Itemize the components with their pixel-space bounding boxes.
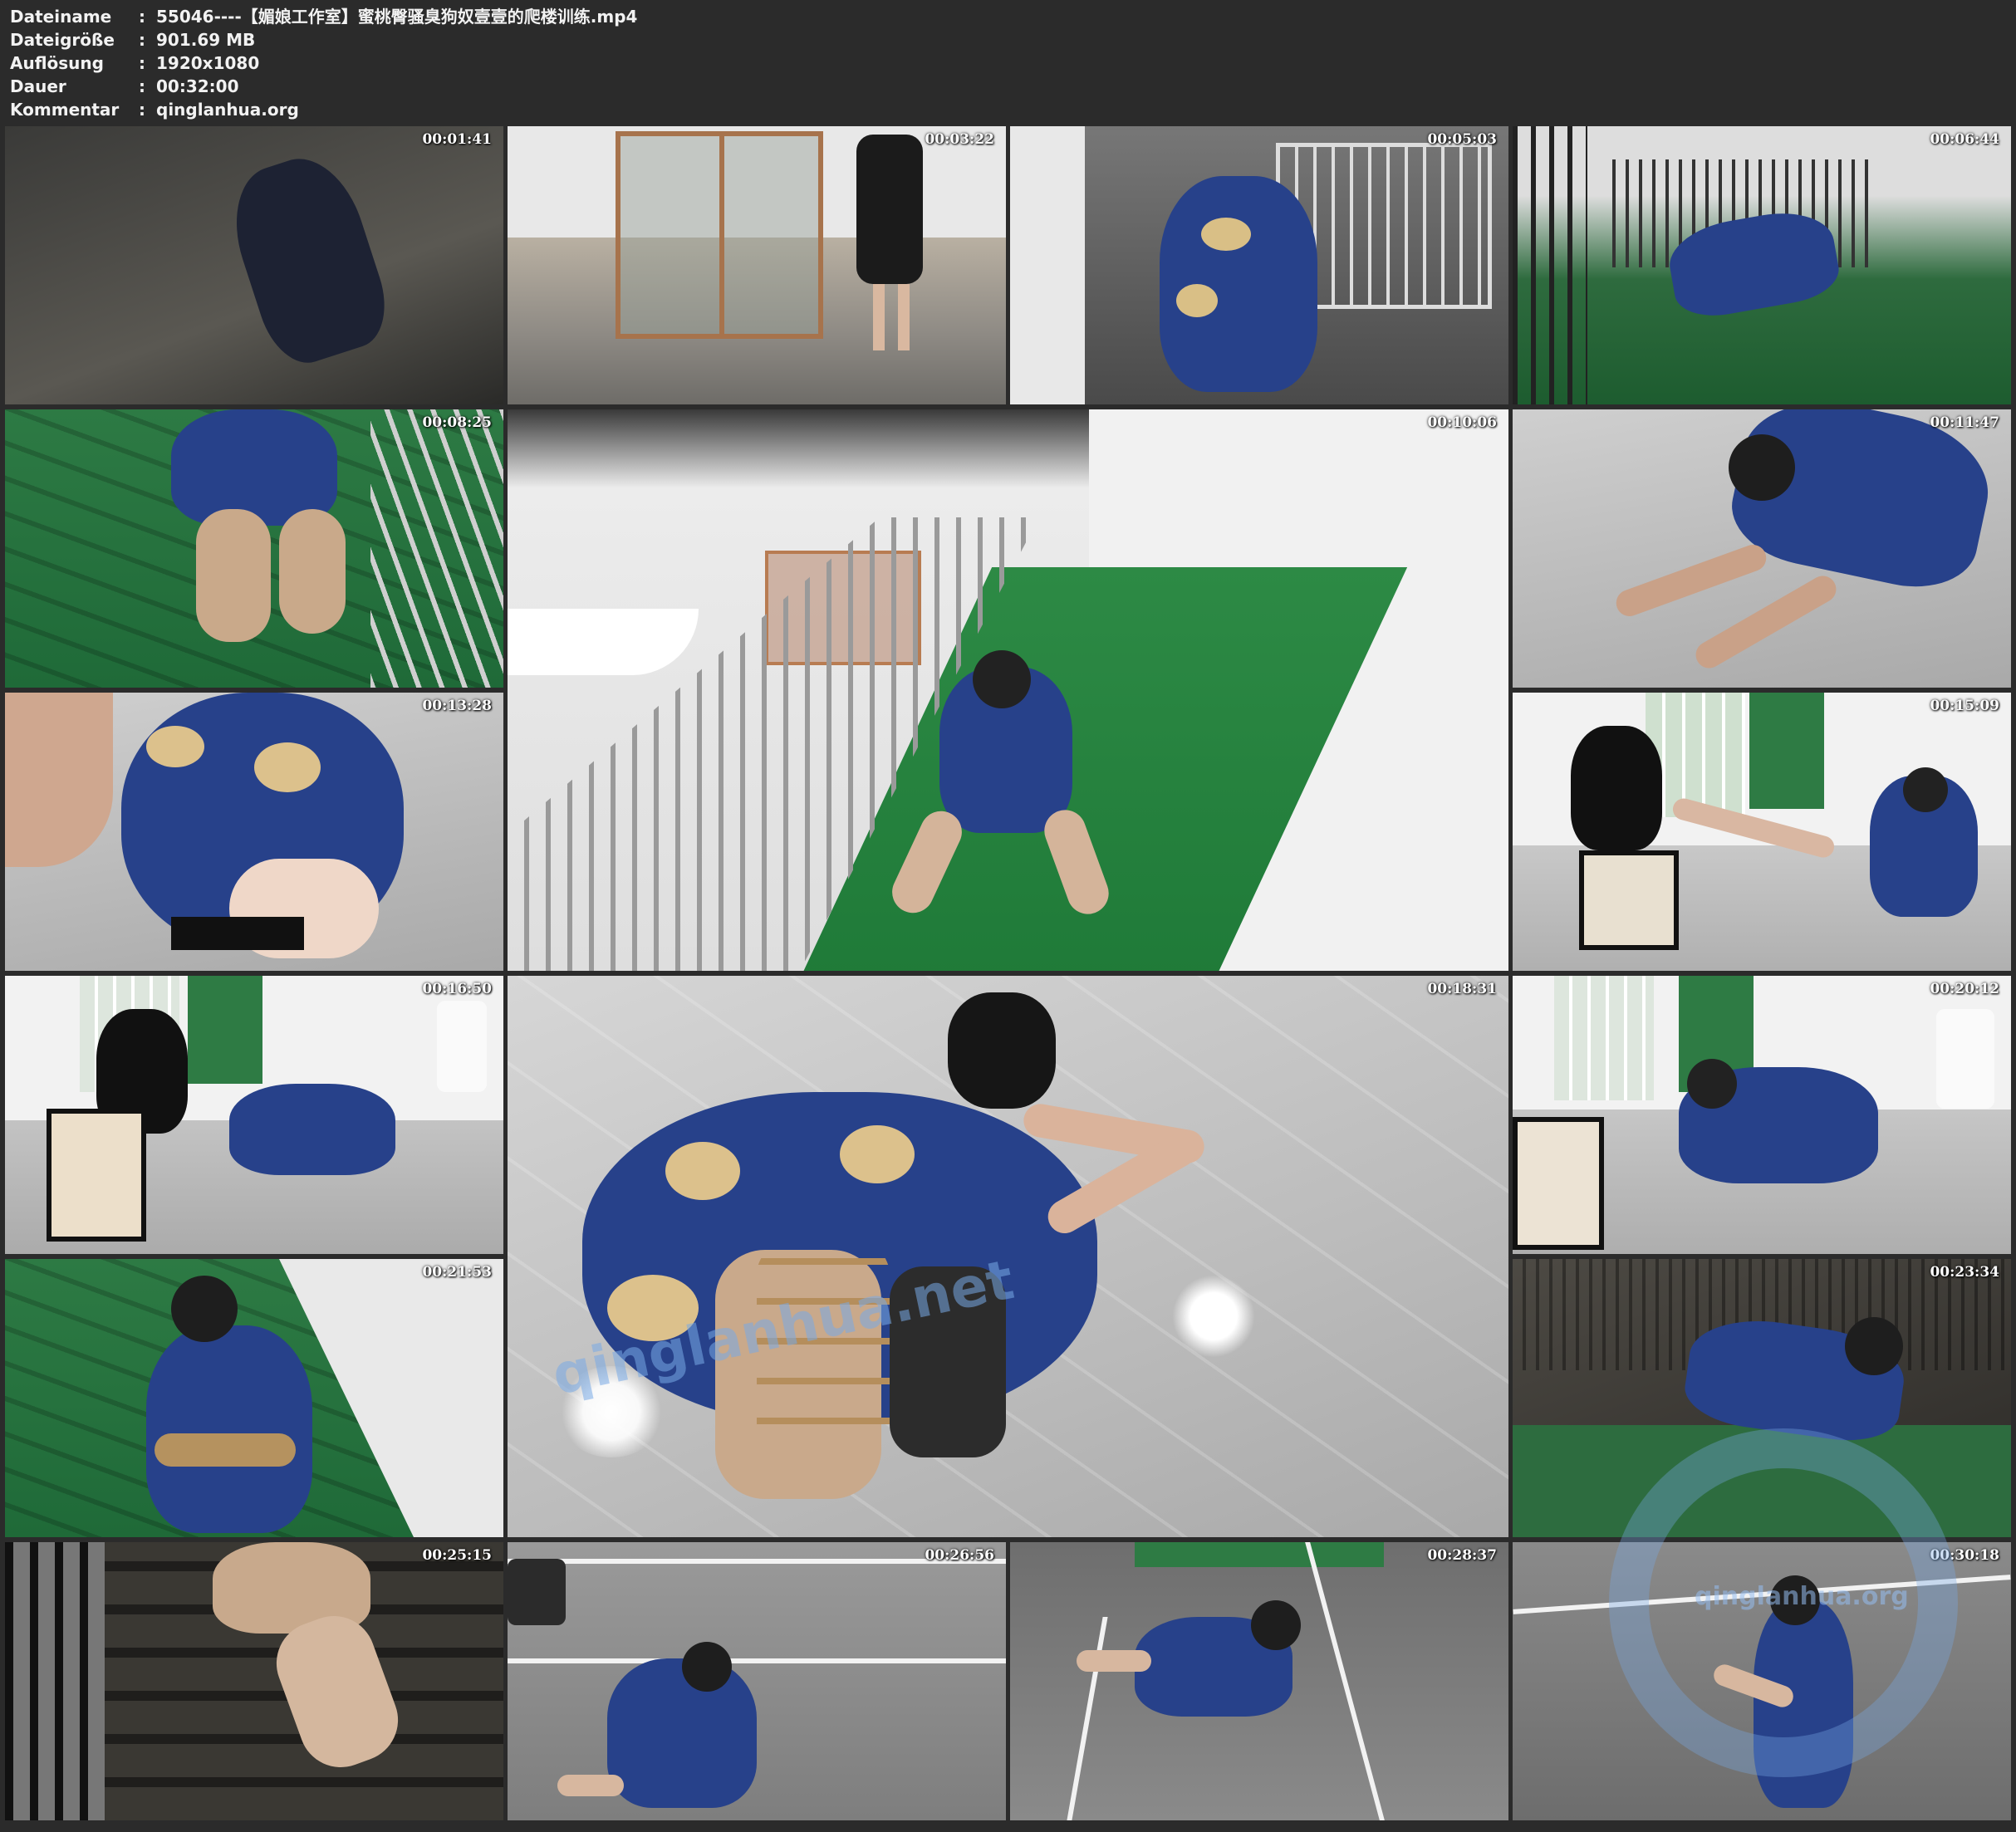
thumbnail[interactable]: 00:20:12 [1513, 976, 2011, 1254]
thumbnail[interactable]: 00:26:56 [508, 1542, 1006, 1820]
file-info-row-duration: Dauer : 00:32:00 [10, 75, 637, 98]
thumbnail-timestamp: 00:10:06 [1427, 414, 1497, 431]
thumbnail-timestamp: 00:06:44 [1930, 131, 1999, 148]
thumbnail-timestamp: 00:28:37 [1427, 1547, 1497, 1564]
thumbnail-timestamp: 00:23:34 [1930, 1264, 1999, 1281]
thumbnail[interactable]: 00:13:28 [5, 693, 503, 971]
thumbnail-timestamp: 00:01:41 [422, 131, 492, 148]
thumbnail-timestamp: 00:16:50 [422, 981, 492, 997]
thumbnail-image [508, 126, 1006, 404]
thumbnail-timestamp: 00:26:56 [925, 1547, 994, 1564]
duration-label: Dauer [10, 76, 66, 96]
thumbnail-grid: 00:01:41 00:03:22 00:05:03 00:06:44 00:0… [5, 126, 2011, 1827]
thumbnail-image [508, 976, 1508, 1537]
thumbnail-image [1513, 976, 2011, 1254]
thumbnail[interactable]: 00:28:37 [1010, 1542, 1508, 1820]
comment-label: Kommentar [10, 100, 120, 120]
thumbnail-image [1513, 1259, 2011, 1537]
thumbnail-image [1010, 1542, 1508, 1820]
thumbnail[interactable]: 00:10:06 [508, 409, 1508, 971]
thumbnail-image [508, 409, 1508, 971]
filename-value: 55046----【媚娘工作室】蜜桃臀骚臭狗奴壹壹的爬楼训练.mp4 [156, 7, 638, 27]
resolution-separator: : [139, 53, 145, 73]
comment-separator: : [139, 100, 145, 120]
thumbnail-timestamp: 00:03:22 [925, 131, 994, 148]
thumbnail-timestamp: 00:13:28 [422, 698, 492, 714]
comment-value: qinglanhua.org [156, 100, 299, 120]
thumbnail[interactable]: 00:25:15 [5, 1542, 503, 1820]
thumbnail-image [5, 126, 503, 404]
thumbnail-timestamp: 00:11:47 [1930, 414, 1999, 431]
thumbnail[interactable]: 00:18:31 [508, 976, 1508, 1537]
thumbnail-timestamp: 00:20:12 [1930, 981, 1999, 997]
thumbnail[interactable]: 00:05:03 [1010, 126, 1508, 404]
filename-label: Dateiname [10, 7, 112, 27]
thumbnail-image [5, 1259, 503, 1537]
thumbnail-image [5, 409, 503, 688]
resolution-label: Auflösung [10, 53, 104, 73]
thumbnail-timestamp: 00:08:25 [422, 414, 492, 431]
watermark-text-corner: qinglanhua.org [1695, 1582, 1909, 1611]
thumbnail[interactable]: 00:21:53 [5, 1259, 503, 1537]
thumbnail-image [5, 693, 503, 971]
thumbnail[interactable]: 00:01:41 [5, 126, 503, 404]
thumbnail[interactable]: 00:03:22 [508, 126, 1006, 404]
thumbnail-timestamp: 00:05:03 [1427, 131, 1497, 148]
thumbnail-timestamp: 00:25:15 [422, 1547, 492, 1564]
thumbnail-image [1513, 126, 2011, 404]
filesize-label: Dateigröße [10, 30, 115, 50]
thumbnail-image [1513, 409, 2011, 688]
thumbnail-image [508, 1542, 1006, 1820]
filesize-separator: : [139, 30, 145, 50]
file-info-row-filename: Dateiname : 55046----【媚娘工作室】蜜桃臀骚臭狗奴壹壹的爬楼… [10, 5, 637, 28]
thumbnail[interactable]: 00:15:09 [1513, 693, 2011, 971]
thumbnail-timestamp: 00:18:31 [1427, 981, 1497, 997]
thumbnail[interactable]: 00:23:34 [1513, 1259, 2011, 1537]
filesize-value: 901.69 MB [156, 30, 256, 50]
thumbnail[interactable]: 00:08:25 [5, 409, 503, 688]
duration-separator: : [139, 76, 145, 96]
file-info-row-resolution: Auflösung : 1920x1080 [10, 51, 637, 75]
thumbnail-timestamp: 00:21:53 [422, 1264, 492, 1281]
duration-value: 00:32:00 [156, 76, 239, 96]
filename-separator: : [139, 7, 145, 27]
thumbnail-image [1513, 693, 2011, 971]
thumbnail[interactable]: 00:11:47 [1513, 409, 2011, 688]
thumbnail-image [5, 1542, 503, 1820]
thumbnail-image [5, 976, 503, 1254]
file-info-panel: Dateiname : 55046----【媚娘工作室】蜜桃臀骚臭狗奴壹壹的爬楼… [10, 5, 637, 121]
file-info-row-filesize: Dateigröße : 901.69 MB [10, 28, 637, 51]
thumbnail-image [1010, 126, 1508, 404]
thumbnail[interactable]: 00:16:50 [5, 976, 503, 1254]
thumbnail[interactable]: 00:06:44 [1513, 126, 2011, 404]
file-info-row-comment: Kommentar : qinglanhua.org [10, 98, 637, 121]
thumbnail-timestamp: 00:15:09 [1930, 698, 1999, 714]
resolution-value: 1920x1080 [156, 53, 260, 73]
thumbnail-timestamp: 00:30:18 [1930, 1547, 1999, 1564]
